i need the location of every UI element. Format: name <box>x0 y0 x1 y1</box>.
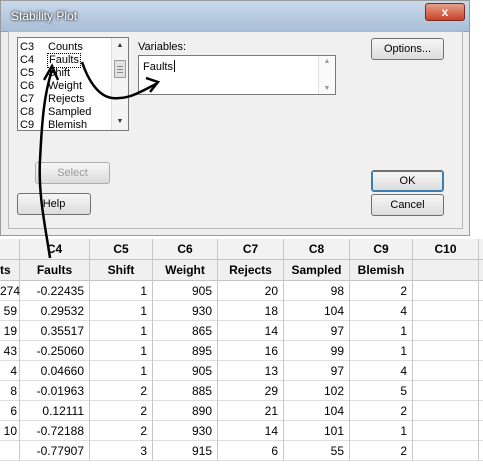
annotation-arrow <box>38 61 161 259</box>
arrow-right-stroke <box>80 61 157 100</box>
arrow-up-stroke <box>38 69 54 259</box>
